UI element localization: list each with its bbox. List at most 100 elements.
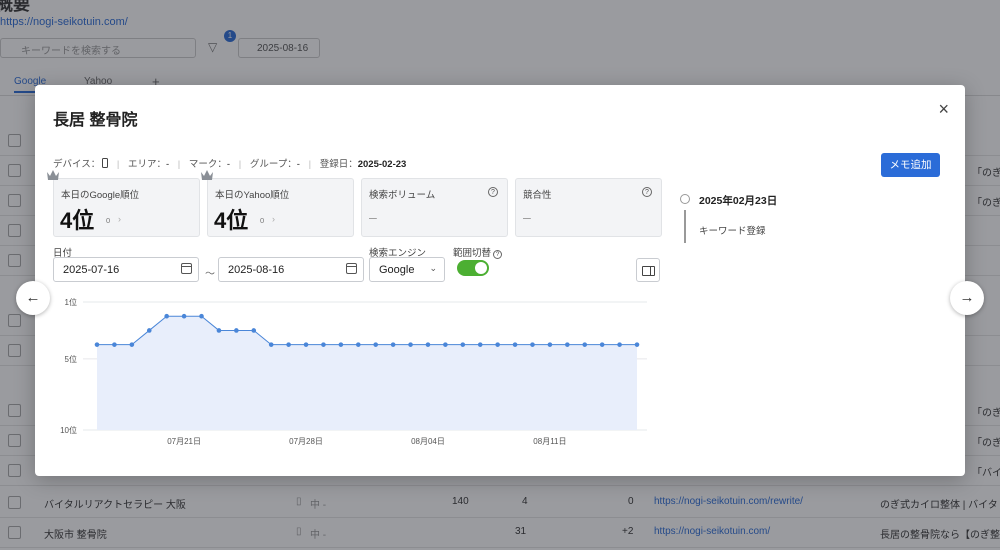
timeline-dot-icon [680, 194, 690, 204]
chevron-right-icon: › [118, 214, 121, 224]
device-label: デバイス： [53, 159, 101, 170]
group-label: グループ： [249, 159, 297, 170]
google-rank-card: 本日のGoogle順位 4位 0 › [47, 170, 200, 237]
group-value: - [296, 159, 300, 170]
rank-point [512, 342, 518, 347]
toggle-side-panel-button[interactable] [636, 258, 660, 282]
engine-value: Google [379, 264, 415, 276]
rank-point [373, 342, 379, 347]
yahoo-rank-change: 0 [260, 216, 265, 225]
area-label: エリア： [127, 159, 166, 170]
rank-point [146, 328, 152, 333]
divider: | [177, 159, 181, 170]
engine-select[interactable]: Google ⌄ [369, 257, 445, 282]
range-toggle[interactable] [457, 260, 489, 276]
rank-point [251, 328, 257, 333]
search-volume-card: 検索ボリューム ? – [361, 178, 508, 237]
calendar-icon [181, 263, 192, 274]
divider: | [116, 159, 120, 170]
rank-point [268, 342, 274, 347]
rank-point [582, 342, 588, 347]
date-to-input[interactable]: 2025-08-16 [218, 257, 364, 282]
rank-point [477, 342, 483, 347]
help-icon[interactable]: ? [488, 187, 498, 197]
date-from-input[interactable]: 2025-07-16 [53, 257, 199, 282]
rank-point [634, 342, 640, 347]
rank-point [216, 328, 222, 333]
google-rank-label: 本日のGoogle順位 [61, 190, 140, 201]
divider: | [238, 159, 242, 170]
rank-point [443, 342, 448, 347]
yahoo-rank-label: 本日のYahoo順位 [215, 190, 290, 201]
help-icon[interactable]: ? [493, 250, 503, 259]
search-volume-value: – [369, 209, 377, 225]
chevron-down-icon: ⌄ [429, 263, 437, 273]
rank-point [530, 342, 535, 347]
y-tick-label: 10位 [60, 425, 77, 435]
rank-point [112, 342, 117, 347]
x-tick-label: 08月11日 [533, 437, 566, 446]
x-tick-label: 07月21日 [167, 437, 201, 446]
toggle-knob [475, 262, 487, 274]
rank-point [408, 342, 413, 347]
help-icon[interactable]: ? [642, 187, 652, 197]
rank-point [164, 313, 169, 319]
prev-arrow-icon[interactable]: ← [16, 281, 50, 315]
rank-point [338, 342, 344, 347]
area-value: - [165, 159, 170, 170]
y-tick-label: 5位 [65, 354, 77, 364]
smartphone-icon [102, 158, 109, 168]
rank-point [321, 342, 326, 347]
rank-point [286, 342, 291, 347]
rank-point [599, 342, 605, 347]
keyword-detail-modal: 長居 整骨院 × デバイス： | エリア：- | マーク：- | グループ：- … [35, 85, 965, 476]
competition-card: 競合性 ? – [515, 178, 662, 237]
rank-point [425, 342, 431, 347]
google-rank-value: 4位 [60, 208, 95, 233]
mark-value: - [226, 159, 231, 170]
rank-point [94, 342, 100, 347]
competition-value: – [523, 209, 531, 225]
rank-point [355, 342, 361, 347]
crown-icon [201, 170, 213, 180]
google-rank-change: 0 [106, 216, 111, 225]
side-panel-icon [642, 266, 655, 276]
add-memo-button[interactable]: メモ追加 [881, 153, 940, 177]
registered-label: 登録日： [319, 159, 358, 170]
close-icon[interactable]: × [938, 99, 949, 120]
x-tick-label: 08月04日 [411, 437, 445, 446]
rank-point [547, 342, 553, 347]
rank-point [617, 342, 622, 347]
modal-title: 長居 整骨院 [53, 112, 138, 129]
divider: | [308, 159, 312, 170]
registered-date: 2025-02-23 [357, 159, 407, 170]
rank-point [495, 342, 500, 347]
rank-point [129, 342, 135, 347]
range-toggle-label: 範囲切替? [453, 245, 503, 259]
yahoo-rank-value: 4位 [214, 208, 249, 233]
competition-label: 競合性 [523, 190, 552, 201]
calendar-icon [346, 263, 357, 274]
yahoo-rank-card: 本日のYahoo順位 4位 0 › [201, 170, 354, 237]
rank-point [199, 313, 204, 319]
range-toggle-text: 範囲切替 [453, 248, 492, 259]
rank-point [303, 342, 309, 347]
timeline-line [684, 210, 686, 243]
date-from-value: 2025-07-16 [63, 264, 120, 276]
rank-point [390, 342, 396, 347]
chevron-right-icon: › [272, 214, 275, 224]
rank-point [181, 313, 187, 319]
search-volume-label: 検索ボリューム [369, 190, 436, 201]
rank-point [565, 342, 570, 347]
date-range-separator: ～ [205, 269, 215, 280]
rank-history-chart: 1位 5位 10位 07月21日 07月28日 08月04日 08月11日 [60, 297, 647, 446]
timeline-date: 2025年02月23日 [699, 195, 778, 207]
next-arrow-icon[interactable]: → [950, 281, 984, 315]
keyword-meta: デバイス： | エリア：- | マーク：- | グループ：- | 登録日：202… [53, 156, 406, 170]
rank-area [97, 316, 637, 430]
crown-icon [47, 170, 59, 180]
y-tick-label: 1位 [65, 297, 77, 307]
rank-point [234, 328, 239, 333]
date-to-value: 2025-08-16 [228, 264, 285, 276]
rank-point [460, 342, 466, 347]
